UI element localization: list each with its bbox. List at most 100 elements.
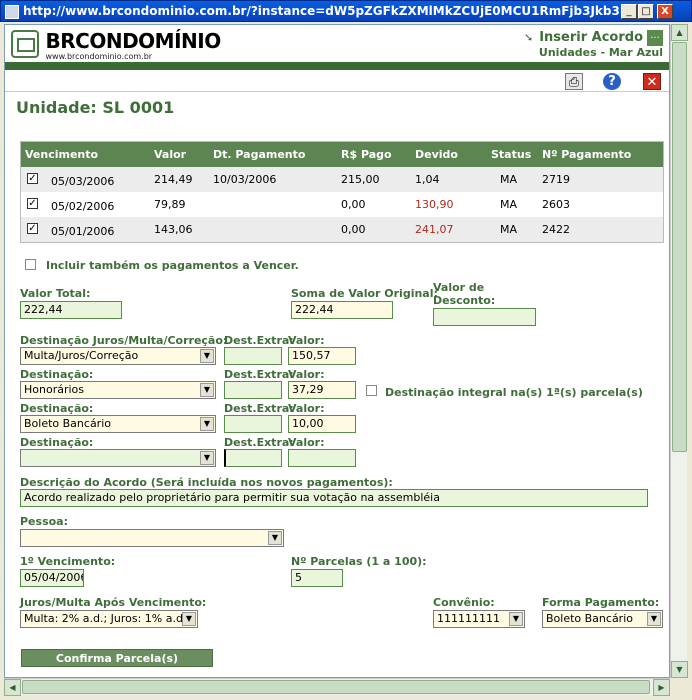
valor-label: Valor: [288,368,325,381]
chevron-down-icon: ▼ [268,531,282,545]
forma-pagamento-select[interactable]: Boleto Bancário ▼ [542,610,663,628]
maximize-button[interactable]: □ [638,4,654,19]
chevron-down-icon: ▼ [182,612,196,626]
destinacao-label: Destinação: [20,436,94,449]
destinacao-select[interactable]: Multa/Juros/Correção ▼ [20,347,216,365]
cell-dt-pagamento: 10/03/2006 [213,173,277,186]
cell-devido: 1,04 [415,173,440,186]
juros-multa-select[interactable]: Multa: 2% a.d.; Juros: 1% a.d. ▼ [20,610,198,628]
cell-pago: 0,00 [341,198,366,211]
dest-extra-label: Dest.Extra: [224,402,294,415]
print-icon[interactable]: ⎙ [565,73,583,90]
cell-status: MA [500,223,518,236]
more-options-button[interactable]: ... [647,30,663,46]
window-title: http://www.brcondominio.com.br/?instance… [23,4,623,18]
payments-table: Vencimento Valor Dt. Pagamento R$ Pago D… [20,141,664,243]
table-row: ✓ 05/01/2006 143,06 0,00 241,07 MA 2422 [21,217,663,242]
chevron-down-icon: ▼ [647,612,661,626]
header-bar [5,62,669,70]
cell-valor: 143,06 [154,223,193,236]
row-checkbox[interactable]: ✓ [27,198,38,209]
descricao-field[interactable]: Acordo realizado pelo proprietário para … [20,489,648,507]
logo-url: www.brcondominio.com.br [45,52,153,61]
integral-label: Destinação integral na(s) 1ª(s) parcela(… [385,386,643,399]
cell-vencimento: 05/01/2006 [51,225,115,238]
page-action-header: ➘ Inserir Acordo... Unidades - Mar Azul [524,30,663,59]
window-title-bar: http://www.brcondominio.com.br/?instance… [0,0,692,22]
valor-field[interactable] [288,449,356,467]
scroll-left-icon[interactable]: ◀ [4,679,21,696]
cell-valor: 79,89 [154,198,186,211]
primeiro-vencimento-field[interactable]: 05/04/2006 [20,569,84,587]
scrollbar-thumb[interactable] [672,42,687,452]
valor-total-field[interactable]: 222,44 [20,301,122,319]
integral-checkbox[interactable] [366,385,377,396]
chevron-down-icon: ▼ [200,349,214,363]
chevron-down-icon: ▼ [509,612,523,626]
destinacao-label: Destinação Juros/Multa/Correção: [20,334,228,347]
forma-pagamento-label: Forma Pagamento: [542,596,660,609]
valor-label: Valor: [288,436,325,449]
close-icon[interactable]: ✕ [643,73,661,90]
brand-logo: BRCONDOMÍNIO www.brcondominio.com.br [11,30,221,61]
action-subtitle: Unidades - Mar Azul [538,46,663,59]
destinacao-select[interactable]: ▼ [20,449,216,467]
column-header: Devido [415,148,458,161]
soma-original-field[interactable]: 222,44 [291,301,393,319]
cell-numero: 2603 [542,198,570,211]
chevron-down-icon: ▼ [200,383,214,397]
hscrollbar-thumb[interactable] [22,680,650,694]
valor-label: Valor: [288,334,325,347]
cell-numero: 2422 [542,223,570,236]
destinacao-value: Boleto Bancário [24,417,111,430]
page-title: Unidade: SL 0001 [16,98,175,117]
browser-icon [5,5,19,19]
row-checkbox[interactable]: ✓ [27,223,38,234]
vertical-scrollbar[interactable]: ▲ ▼ [670,24,688,678]
cell-devido: 241,07 [415,223,454,236]
convenio-select[interactable]: 111111111 ▼ [433,610,525,628]
primeiro-vencimento-label: 1º Vencimento: [20,555,116,568]
dest-extra-field[interactable] [224,347,282,365]
column-header: Nº Pagamento [542,148,632,161]
valor-field[interactable]: 37,29 [288,381,356,399]
dest-extra-field[interactable] [224,415,282,433]
dest-extra-field[interactable] [224,381,282,399]
desconto-field[interactable] [433,308,536,326]
table-header: Vencimento Valor Dt. Pagamento R$ Pago D… [21,142,663,167]
parcelas-field[interactable]: 5 [291,569,343,587]
pessoa-select[interactable]: ▼ [20,529,284,547]
cell-vencimento: 05/02/2006 [51,200,115,213]
destinacao-label: Destinação: [20,368,94,381]
cell-numero: 2719 [542,173,570,186]
destinacao-label: Destinação: [20,402,94,415]
row-checkbox[interactable]: ✓ [27,173,38,184]
dest-extra-field[interactable] [224,449,282,467]
destinacao-value: Honorários [24,383,85,396]
action-title: Inserir Acordo [539,30,643,45]
logo-icon [11,30,39,58]
desconto-label: Valor de Desconto: [433,281,496,307]
close-window-button[interactable]: X [657,4,673,19]
valor-field[interactable]: 150,57 [288,347,356,365]
descricao-label: Descrição do Acordo (Será incluída nos n… [20,476,393,489]
scroll-down-icon[interactable]: ▼ [671,661,688,678]
dest-extra-label: Dest.Extra: [224,368,294,381]
table-row: ✓ 05/02/2006 79,89 0,00 130,90 MA 2603 [21,192,663,217]
chevron-down-icon: ▼ [200,417,214,431]
valor-field[interactable]: 10,00 [288,415,356,433]
minimize-button[interactable]: _ [621,4,637,19]
scroll-right-icon[interactable]: ▶ [653,679,670,696]
convenio-label: Convênio: [433,596,495,609]
soma-original-label: Soma de Valor Original: [291,287,438,300]
destinacao-select[interactable]: Boleto Bancário ▼ [20,415,216,433]
include-future-checkbox[interactable] [25,259,36,270]
cell-devido: 130,90 [415,198,454,211]
horizontal-scrollbar[interactable]: ◀ ▶ [4,678,670,696]
confirm-parcelas-button[interactable]: Confirma Parcela(s) [21,649,213,667]
scroll-up-icon[interactable]: ▲ [671,24,688,41]
destinacao-select[interactable]: Honorários ▼ [20,381,216,399]
cell-status: MA [500,198,518,211]
help-icon[interactable]: ? [603,73,621,90]
column-header: Vencimento [25,148,99,161]
